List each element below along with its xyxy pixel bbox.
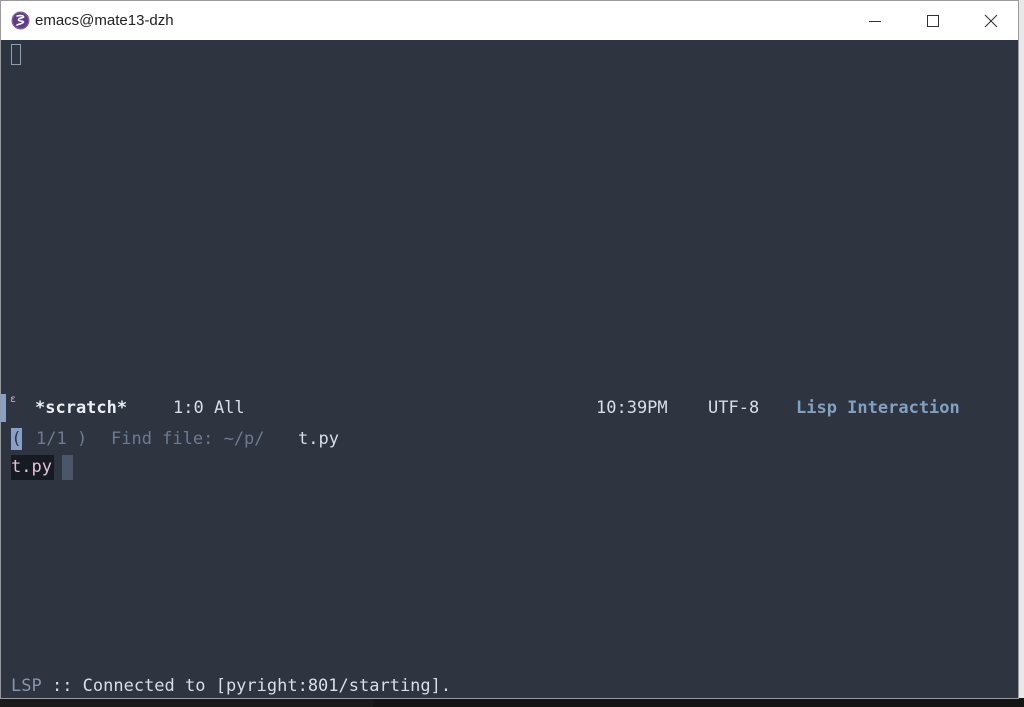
title-bar[interactable]: emacs@mate13-dzh: [1, 1, 1018, 40]
minibuffer-cursor-paren: (: [11, 428, 22, 450]
minimize-button[interactable]: [846, 1, 904, 40]
minimize-icon: [869, 20, 881, 22]
close-button[interactable]: [962, 1, 1020, 40]
buffer-name[interactable]: *scratch*: [35, 394, 127, 422]
cursor-position: 1:0 All: [173, 398, 245, 418]
mode-line[interactable]: ε *scratch* 1:0 All 10:39PM UTF-8 Lisp I…: [1, 394, 1018, 422]
minibuffer-prompt: Find file: ~/p/: [111, 429, 265, 449]
echo-area: LSP :: Connected to [pyright:801/startin…: [11, 673, 451, 699]
desktop-wallpaper-strip: [373, 698, 1024, 707]
candidate-count: 1/1 ): [36, 429, 88, 449]
maximize-icon: [927, 14, 939, 27]
encoding-indicator[interactable]: UTF-8: [708, 394, 759, 422]
modeline-active-marker: [1, 394, 6, 422]
text-cursor: [11, 44, 21, 65]
emacs-window: emacs@mate13-dzh ε *scratch* 1:0 All 10:…: [0, 0, 1019, 699]
clock: 10:39PM: [596, 398, 668, 418]
completion-candidate[interactable]: t.py: [11, 455, 54, 480]
emacs-icon[interactable]: [11, 11, 30, 30]
editor-buffer[interactable]: [1, 40, 1018, 394]
minibuffer[interactable]: ( 1/1 ) Find file: ~/p/ t.py: [1, 424, 1018, 454]
major-mode[interactable]: Lisp Interaction: [796, 394, 960, 422]
candidate-cursor: [62, 455, 73, 480]
echo-lsp-prefix: LSP: [11, 676, 42, 696]
window-title: emacs@mate13-dzh: [35, 12, 174, 29]
echo-message: :: Connected to [pyright:801/starting].: [41, 676, 452, 696]
close-icon: [984, 14, 998, 27]
desktop-edge: [1019, 0, 1024, 707]
maximize-button[interactable]: [904, 1, 962, 40]
minibuffer-input[interactable]: t.py: [298, 424, 339, 454]
modeline-emacs-icon: ε: [10, 394, 17, 405]
